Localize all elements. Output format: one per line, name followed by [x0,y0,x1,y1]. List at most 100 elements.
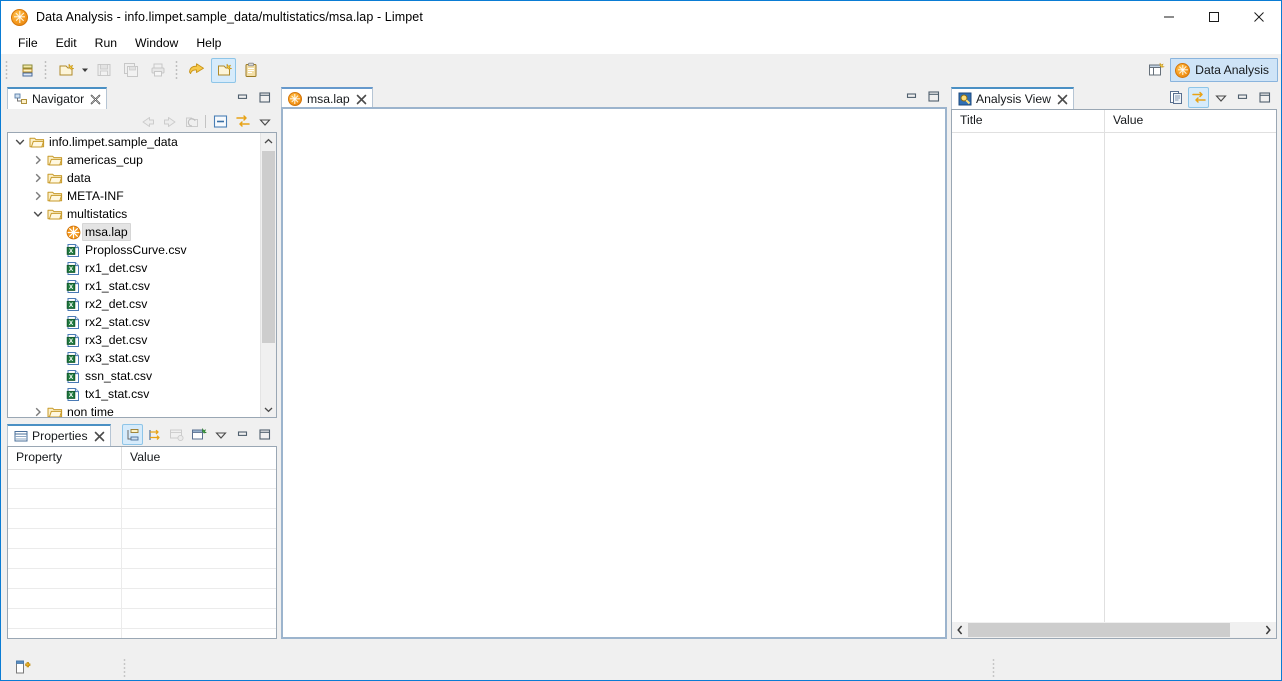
pin-to-selection-icon[interactable] [188,424,209,445]
maximize-icon[interactable] [254,87,275,108]
tree-item[interactable]: Xrx2_stat.csv [8,313,276,331]
minimize-icon[interactable] [901,86,922,107]
properties-table[interactable]: Property Value [7,446,277,639]
close-icon[interactable] [356,94,367,105]
navigator-tree[interactable]: info.limpet.sample_data americas_cup data M… [8,133,276,417]
tab-properties[interactable]: Properties [7,424,111,446]
scrollbar-thumb[interactable] [968,623,1230,637]
scrollbar-thumb[interactable] [262,151,275,343]
menu-window[interactable]: Window [126,33,187,53]
toolbar-grip[interactable] [4,59,10,81]
table-row[interactable] [8,589,276,609]
menu-help[interactable]: Help [187,33,230,53]
table-row[interactable] [8,569,276,589]
open-perspective-icon[interactable] [1144,58,1168,82]
paste-clipboard-icon[interactable] [238,58,263,83]
menu-run[interactable]: Run [86,33,126,53]
maximize-button[interactable] [1191,1,1236,33]
show-advanced-icon[interactable] [144,424,165,445]
tree-item[interactable]: X ProplossCurve.csv [8,241,276,259]
menu-file[interactable]: File [9,33,47,53]
menu-edit[interactable]: Edit [47,33,86,53]
scroll-right-icon[interactable] [1260,622,1276,638]
scroll-down-icon[interactable] [261,401,276,417]
tree-item[interactable]: Xrx2_det.csv [8,295,276,313]
column-value[interactable]: Value [121,447,276,469]
link-with-editor-icon[interactable] [1188,87,1209,108]
twisty-expanded-icon[interactable] [12,137,28,147]
view-menu-icon[interactable] [210,424,231,445]
view-menu-icon[interactable] [1210,87,1231,108]
minimize-icon[interactable] [232,424,253,445]
scroll-up-icon[interactable] [261,133,276,149]
minimize-icon[interactable] [232,87,253,108]
status-bar-grip-2[interactable] [992,658,997,678]
table-row[interactable] [8,489,276,509]
editor-canvas[interactable] [281,107,947,639]
column-title[interactable]: Title [952,110,1104,132]
maximize-icon[interactable] [1254,87,1275,108]
tab-msa-lap[interactable]: msa.lap [281,87,373,109]
tree-item[interactable]: Xtx1_stat.csv [8,385,276,403]
twisty-collapsed-icon[interactable] [30,407,46,417]
back-icon[interactable] [137,111,158,132]
table-row[interactable] [8,469,276,489]
tree-item[interactable]: Xssn_stat.csv [8,367,276,385]
save-icon[interactable] [91,58,116,83]
tree-item[interactable]: info.limpet.sample_data [8,133,276,151]
column-value[interactable]: Value [1104,110,1276,132]
tree-item[interactable]: non time [8,403,276,417]
tree-item[interactable]: data [8,169,276,187]
save-all-icon[interactable] [118,58,143,83]
list-view-icon[interactable] [14,58,39,83]
twisty-collapsed-icon[interactable] [30,191,46,201]
perspective-data-analysis[interactable]: Data Analysis [1170,58,1278,82]
tab-analysis-view[interactable]: Analysis View [951,87,1074,109]
restore-default-icon[interactable] [166,424,187,445]
tree-item[interactable]: Xrx3_stat.csv [8,349,276,367]
table-row[interactable] [8,509,276,529]
scroll-left-icon[interactable] [952,622,968,638]
scrollbar-track[interactable] [968,622,1260,638]
twisty-collapsed-icon[interactable] [30,155,46,165]
minimize-button[interactable] [1146,1,1191,33]
tree-item[interactable]: Xrx3_det.csv [8,331,276,349]
tree-item[interactable]: multistatics [8,205,276,223]
tree-item[interactable]: META-INF [8,187,276,205]
table-row[interactable] [8,629,276,638]
tree-item-selected[interactable]: msa.lap [8,223,276,241]
minimize-icon[interactable] [1232,87,1253,108]
print-icon[interactable] [145,58,170,83]
forward-icon[interactable] [159,111,180,132]
run-icon[interactable] [184,58,209,83]
new-wizard-icon[interactable] [53,58,78,83]
table-row[interactable] [8,529,276,549]
table-row[interactable] [8,549,276,569]
tree-item[interactable]: Xrx1_stat.csv [8,277,276,295]
navigator-vertical-scrollbar[interactable] [260,133,276,417]
toolbar-grip-3[interactable] [174,59,180,81]
link-with-editor-icon[interactable] [232,111,253,132]
new-dropdown-arrow[interactable] [79,59,90,82]
collapse-all-icon[interactable] [210,111,231,132]
close-button[interactable] [1236,1,1281,33]
table-row[interactable] [8,609,276,629]
twisty-expanded-icon[interactable] [30,209,46,219]
analysis-horizontal-scrollbar[interactable] [952,622,1276,638]
analysis-table[interactable]: Title Value [951,109,1277,639]
status-bar-grip[interactable] [123,658,128,678]
show-categories-icon[interactable] [122,424,143,445]
new-document-icon[interactable] [211,57,236,83]
home-icon[interactable] [181,111,202,132]
close-icon[interactable] [1057,94,1068,105]
tab-navigator[interactable]: Navigator [7,87,108,109]
close-icon[interactable] [94,431,105,442]
close-icon[interactable] [90,94,101,105]
twisty-collapsed-icon[interactable] [30,173,46,183]
copy-to-clipboard-icon[interactable] [1166,87,1187,108]
maximize-icon[interactable] [923,86,944,107]
column-property[interactable]: Property [8,447,121,469]
maximize-icon[interactable] [254,424,275,445]
toolbar-grip-2[interactable] [43,59,49,81]
view-menu-icon[interactable] [254,111,275,132]
